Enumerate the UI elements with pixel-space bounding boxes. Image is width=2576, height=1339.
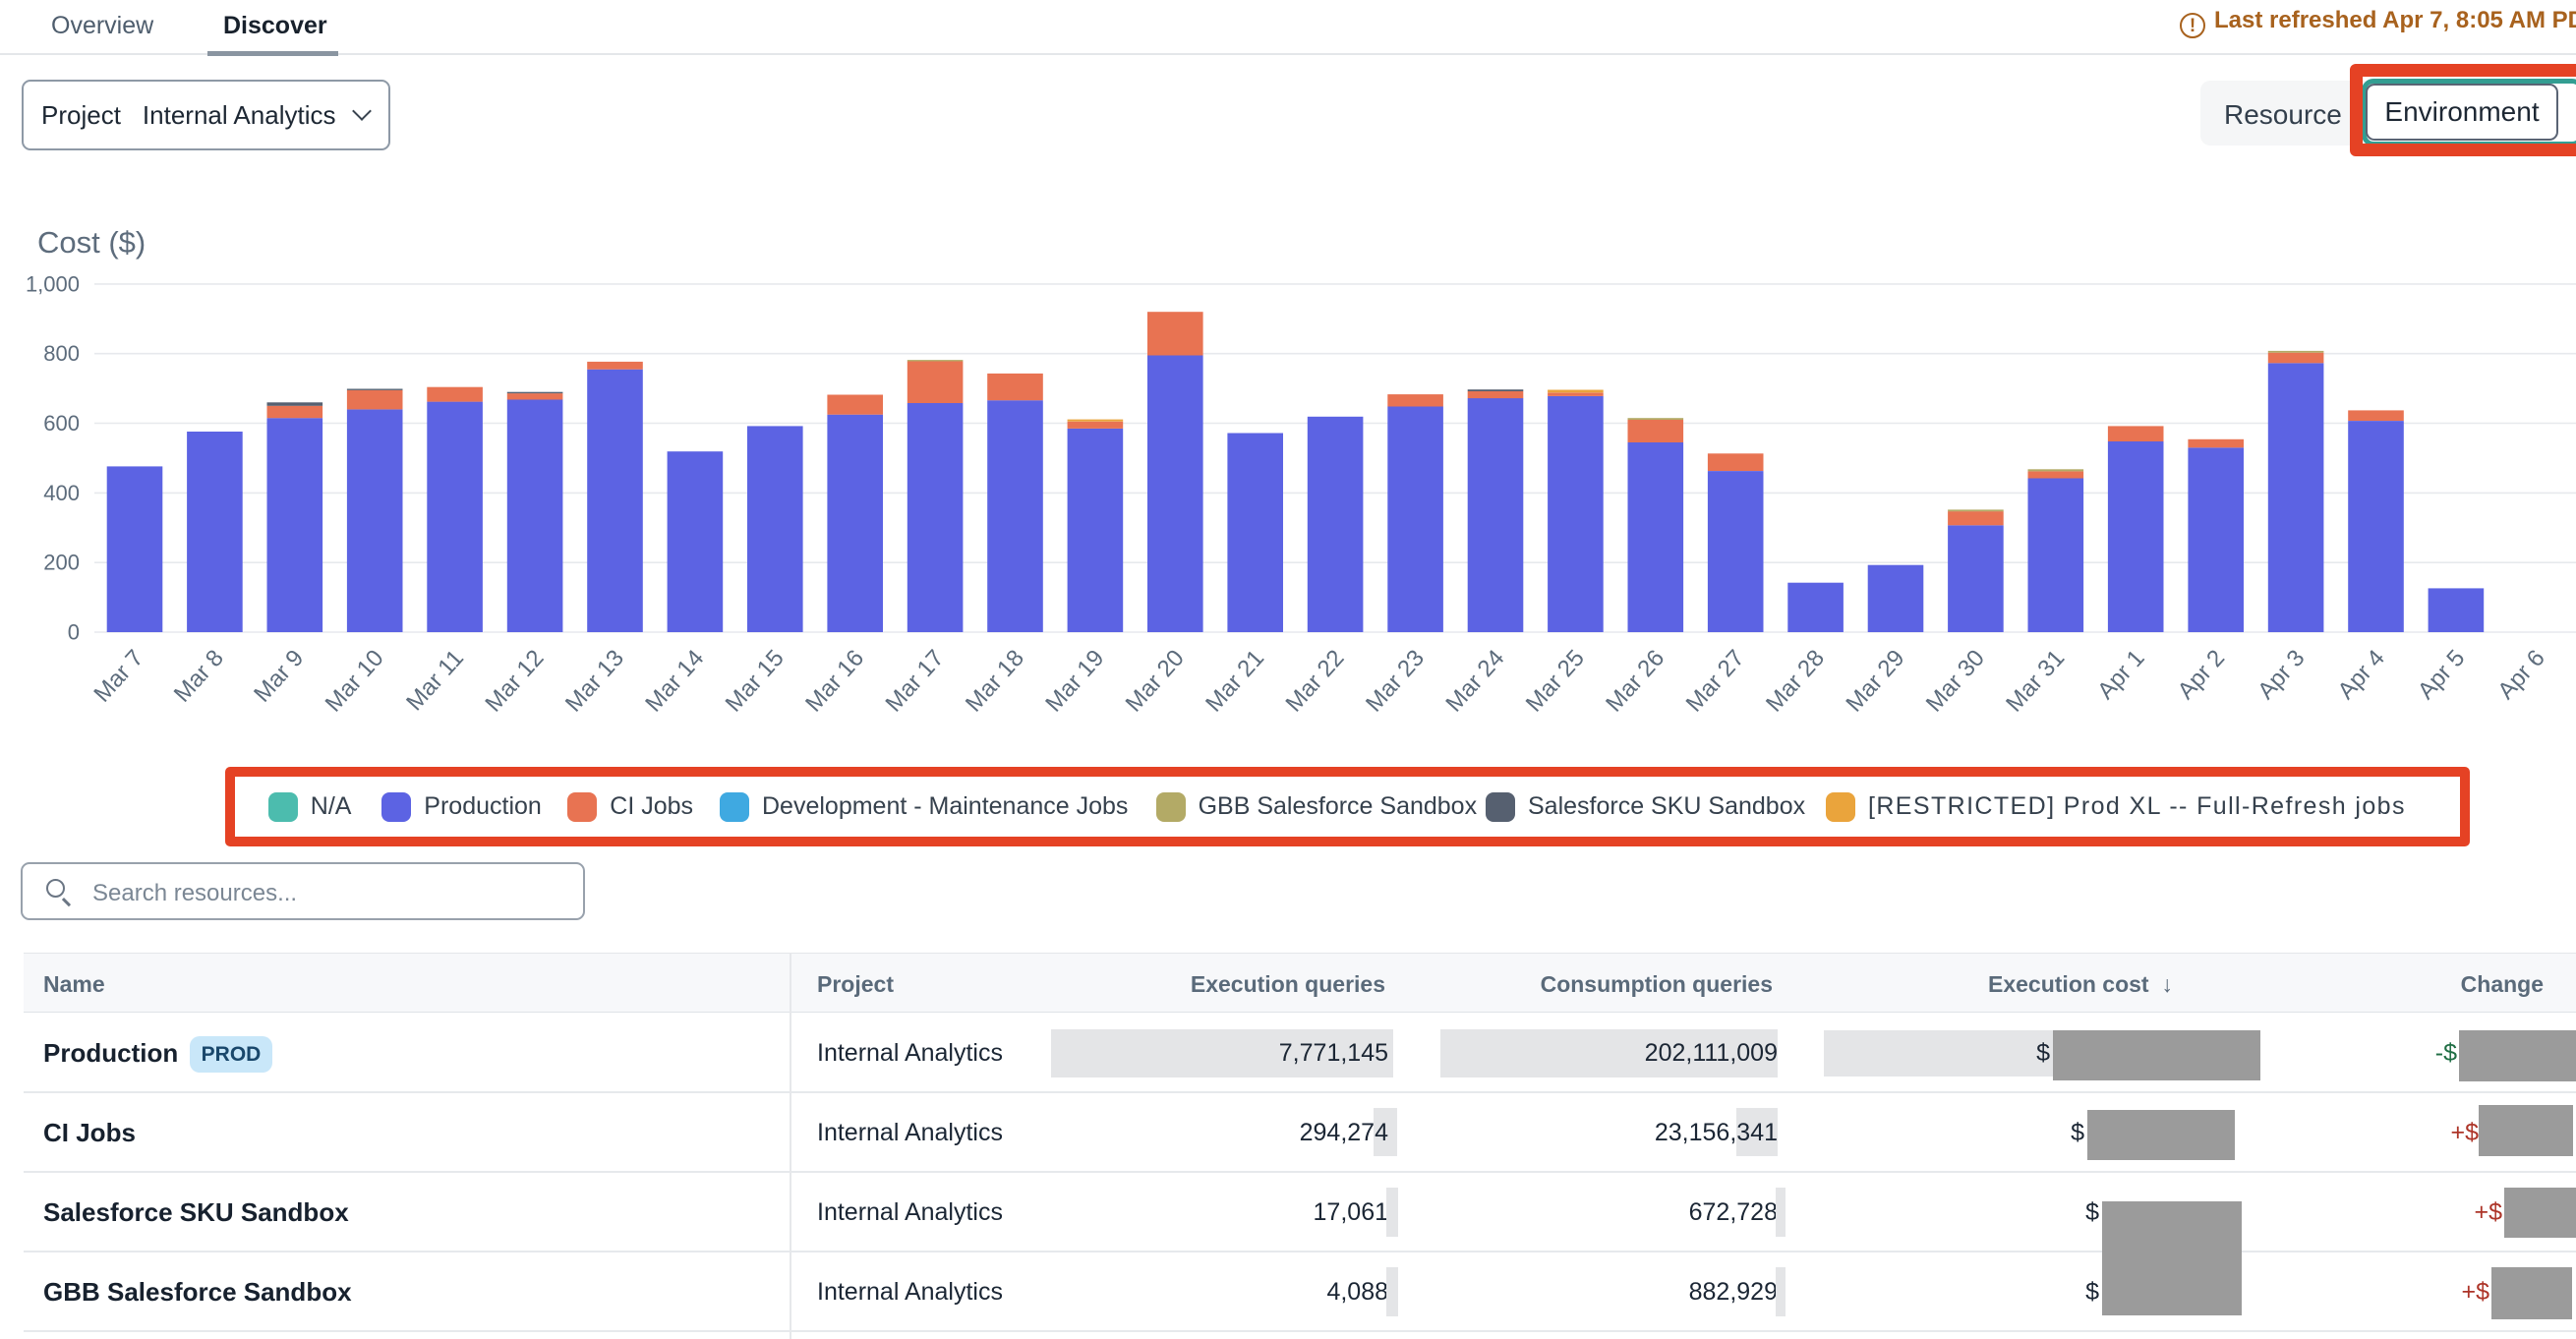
svg-text:Apr 5: Apr 5 [2413, 645, 2470, 705]
svg-text:Mar 15: Mar 15 [721, 645, 790, 718]
svg-text:Mar 17: Mar 17 [881, 645, 950, 718]
svg-text:Mar 19: Mar 19 [1040, 645, 1109, 718]
svg-text:Mar 23: Mar 23 [1361, 645, 1430, 718]
svg-text:Mar 18: Mar 18 [961, 645, 1029, 718]
svg-text:Mar 13: Mar 13 [560, 645, 629, 718]
svg-text:Mar 14: Mar 14 [640, 645, 709, 718]
svg-text:Apr 2: Apr 2 [2173, 645, 2230, 705]
svg-text:Mar 24: Mar 24 [1440, 645, 1509, 718]
svg-text:800: 800 [43, 341, 80, 366]
svg-text:Apr 3: Apr 3 [2253, 645, 2310, 705]
svg-text:Mar 12: Mar 12 [480, 645, 549, 718]
svg-text:Mar 27: Mar 27 [1681, 645, 1750, 718]
svg-text:Mar 21: Mar 21 [1200, 645, 1269, 718]
svg-text:400: 400 [43, 481, 80, 505]
svg-text:Mar 7: Mar 7 [88, 645, 148, 708]
svg-text:Mar 16: Mar 16 [800, 645, 869, 718]
svg-text:0: 0 [68, 620, 80, 645]
svg-text:Apr 1: Apr 1 [2092, 645, 2149, 705]
svg-text:Mar 31: Mar 31 [2001, 645, 2070, 718]
svg-text:Mar 9: Mar 9 [249, 645, 309, 708]
svg-text:1,000: 1,000 [26, 271, 80, 296]
svg-text:Mar 25: Mar 25 [1521, 645, 1590, 718]
svg-text:Mar 30: Mar 30 [1921, 645, 1990, 718]
svg-text:Mar 10: Mar 10 [321, 645, 389, 718]
svg-text:Mar 8: Mar 8 [169, 645, 229, 708]
svg-text:Mar 20: Mar 20 [1121, 645, 1190, 718]
svg-text:200: 200 [43, 551, 80, 575]
svg-text:Apr 6: Apr 6 [2492, 645, 2549, 705]
svg-text:Mar 29: Mar 29 [1841, 645, 1909, 718]
svg-text:Mar 26: Mar 26 [1601, 645, 1669, 718]
svg-text:Mar 11: Mar 11 [401, 645, 469, 716]
svg-text:Mar 28: Mar 28 [1761, 645, 1830, 718]
svg-text:Apr 4: Apr 4 [2333, 645, 2390, 705]
svg-text:Mar 22: Mar 22 [1281, 645, 1350, 718]
svg-text:600: 600 [43, 411, 80, 436]
svg-text:Cost ($): Cost ($) [37, 225, 146, 260]
